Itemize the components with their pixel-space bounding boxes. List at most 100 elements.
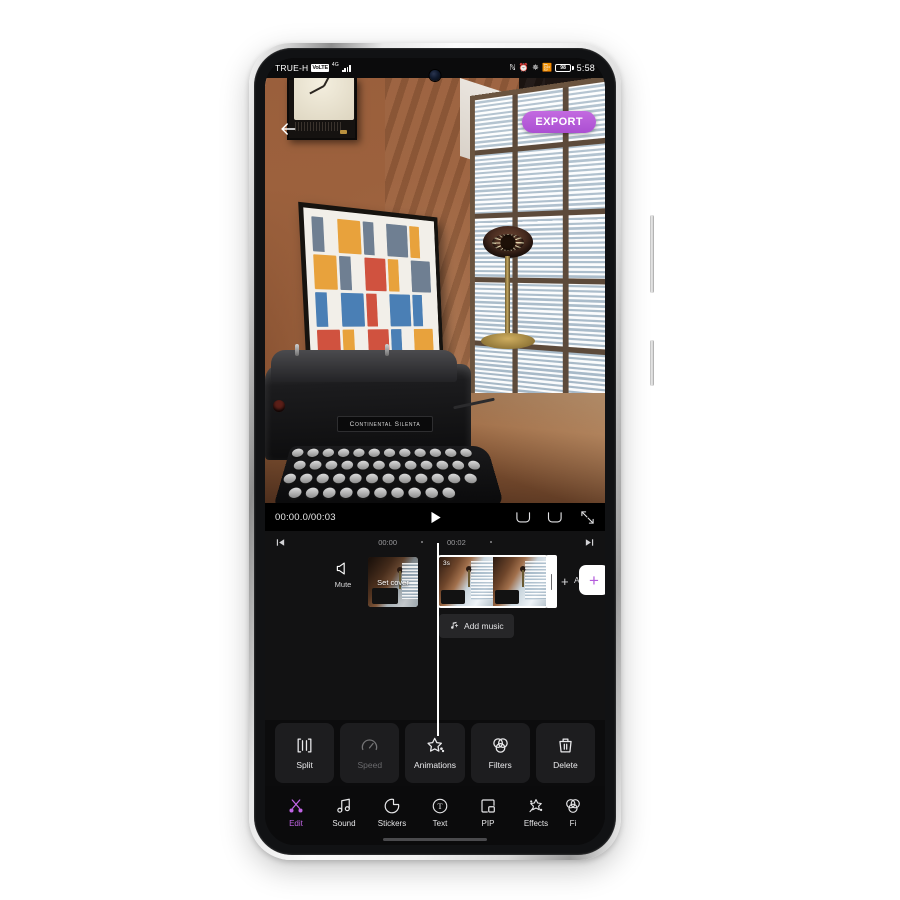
scene-typewriter: Continental Silenta: [265, 342, 511, 503]
mute-button[interactable]: Mute: [323, 561, 363, 589]
add-music-label: Add music: [464, 621, 504, 631]
ruler-dot: [421, 541, 423, 543]
set-cover-label: Set cover: [377, 577, 409, 587]
effects-icon: [529, 799, 543, 813]
home-indicator: [383, 838, 487, 841]
animations-label: Animations: [413, 760, 457, 770]
nav-item-text[interactable]: T Text: [416, 797, 464, 828]
add-music-button[interactable]: Add music: [439, 614, 514, 638]
filters-tool[interactable]: Filters: [470, 723, 530, 783]
play-button[interactable]: [427, 509, 444, 526]
tool-row: Split Speed Animations Filters Delete: [265, 720, 605, 786]
video-preview[interactable]: Continental Silenta EXPORT: [265, 78, 605, 503]
delete-icon: [559, 738, 572, 753]
nfc-icon: ℕ: [509, 63, 516, 72]
add-clip-button-glyph: +: [589, 570, 599, 590]
scene-lamp-pole: [505, 256, 510, 338]
front-camera: [429, 70, 441, 81]
filters-icon: [492, 738, 508, 753]
delete-tool[interactable]: Delete: [535, 723, 596, 783]
ruler-tick-0: 00:00: [378, 537, 397, 547]
typewriter-nameplate: Continental Silenta: [337, 416, 433, 432]
music-note-icon: [337, 798, 350, 813]
text-icon: T: [432, 798, 448, 814]
add-clip-plus-glyph[interactable]: +: [561, 574, 569, 589]
scene-lamp-shade: [483, 226, 533, 258]
alarm-icon: ⏰: [518, 63, 530, 72]
nav-label-filters: Fi: [569, 819, 577, 828]
clock-label: 5:58: [576, 63, 595, 73]
clip-duration-label: 3s: [443, 560, 450, 567]
set-cover-thumbnail[interactable]: Set cover: [368, 557, 418, 607]
skip-to-end-button[interactable]: [584, 537, 595, 548]
phone-screen: Continental Silenta EXPORT 00:00.0/00:03…: [265, 58, 605, 845]
timeline-ruler: 00:00 00:02: [265, 531, 605, 553]
carrier-label: TRUE-H: [275, 63, 309, 73]
nav-label-edit: Edit: [289, 819, 303, 828]
back-button[interactable]: [275, 116, 301, 142]
back-arrow-icon: [281, 123, 296, 135]
nav-label-pip: PIP: [481, 819, 495, 828]
undo-icon: [516, 512, 531, 523]
sticker-icon: [384, 798, 400, 814]
nav-item-effects[interactable]: Effects: [512, 797, 560, 828]
nav-item-filters[interactable]: Fi: [560, 797, 586, 828]
nav-label-effects: Effects: [523, 819, 549, 828]
redo-icon: [547, 512, 562, 523]
add-clip-button[interactable]: +: [579, 565, 605, 595]
mute-speaker-icon: [336, 562, 345, 575]
animations-tool[interactable]: Animations: [405, 723, 465, 783]
time-display: 00:00.0/00:03: [275, 511, 336, 523]
export-button[interactable]: EXPORT: [522, 111, 596, 133]
play-icon: [431, 511, 441, 523]
video-frame-image: Continental Silenta: [265, 78, 605, 503]
ruler-ticks: 00:00 00:02: [286, 538, 584, 547]
volte-badge: VoLTE: [311, 64, 329, 72]
speed-icon: [362, 739, 378, 751]
filters-icon: [566, 799, 580, 813]
speed-tool[interactable]: Speed: [340, 723, 400, 783]
fullscreen-icon: [581, 510, 594, 524]
nav-label-sound: Sound: [332, 819, 356, 828]
split-icon: [297, 738, 312, 753]
scissors-icon: [289, 799, 303, 813]
power-button[interactable]: [650, 340, 654, 386]
clip-thumbnail: [493, 557, 547, 606]
add-music-icon: [451, 621, 459, 629]
battery-icon: 98: [555, 64, 574, 72]
filters-label: Filters: [488, 760, 512, 770]
skip-to-start-button[interactable]: [275, 537, 286, 548]
nav-item-stickers[interactable]: Stickers: [368, 797, 416, 828]
ruler-dot: [489, 541, 492, 543]
signal-bars-icon: [342, 64, 351, 72]
vibrate-icon: 📴: [542, 63, 553, 72]
playhead[interactable]: [437, 543, 439, 736]
volume-button[interactable]: [650, 215, 654, 293]
fullscreen-button[interactable]: [580, 510, 595, 525]
animations-icon: [426, 737, 444, 753]
nav-item-edit[interactable]: Edit: [272, 797, 320, 828]
redo-button[interactable]: [547, 510, 564, 524]
undo-button[interactable]: [514, 510, 531, 524]
ruler-tick-1: 00:02: [447, 537, 466, 547]
skip-end-icon: [585, 538, 594, 546]
nav-item-pip[interactable]: PIP: [464, 797, 512, 828]
battery-level: 98: [555, 64, 572, 72]
svg-text:T: T: [437, 802, 442, 811]
delete-label: Delete: [553, 760, 578, 770]
transport-bar: 00:00.0/00:03: [265, 503, 605, 531]
clip-trim-handle-right[interactable]: [546, 555, 557, 608]
video-clip-strip[interactable]: 3s: [437, 555, 549, 608]
nav-label-stickers: Stickers: [377, 819, 407, 828]
split-label: Split: [296, 760, 313, 770]
screenshot-root: Continental Silenta EXPORT 00:00.0/00:03…: [0, 0, 900, 900]
network-type-label: 4G: [331, 62, 339, 68]
bluetooth-icon: ✵: [532, 63, 539, 72]
mute-label: Mute: [334, 580, 352, 589]
speed-label: Speed: [357, 760, 383, 770]
nav-item-sound[interactable]: Sound: [320, 797, 368, 828]
bottom-navigation: Edit Sound Stickers T Text PIP Effects F…: [265, 786, 605, 845]
split-tool[interactable]: Split: [275, 723, 335, 783]
skip-start-icon: [276, 538, 285, 546]
pip-icon: [481, 799, 495, 813]
